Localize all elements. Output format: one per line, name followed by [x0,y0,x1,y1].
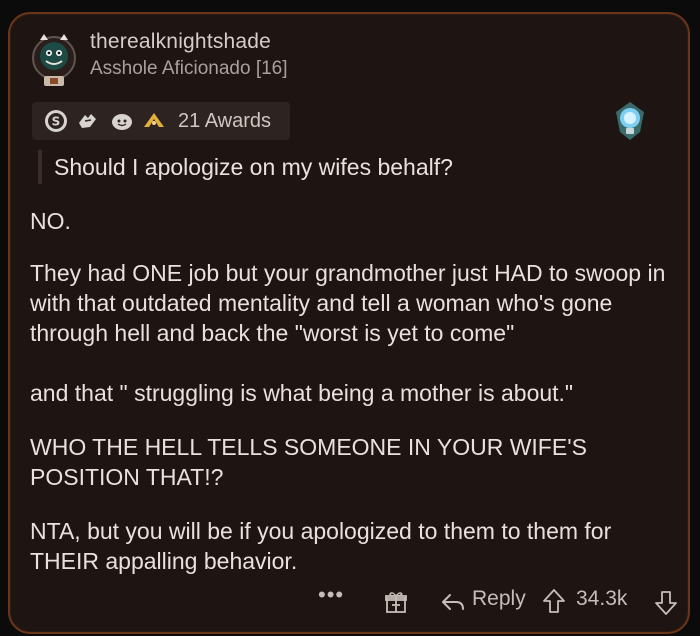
comment-paragraph-4: WHO THE HELL TELLS SOMEONE IN YOUR WIFE'… [30,434,587,490]
user-avatar[interactable] [28,30,80,90]
more-options-button[interactable]: ••• [318,582,344,608]
silver-award-icon: S [45,110,67,132]
comment-paragraph-2: They had ONE job but your grandmother ju… [30,260,666,346]
reply-button[interactable]: Reply [472,587,526,611]
reply-arrow-icon[interactable] [440,590,466,614]
quoted-text: Should I apologize on my wifes behalf? [38,150,453,184]
vote-score: 34.3k [576,587,628,610]
awards-bar[interactable]: S 21 Awards [32,102,290,140]
user-flair: Asshole Aficionado [16] [90,58,288,79]
lightbulb-award-icon[interactable] [612,100,648,144]
comment-paragraph-5: NTA, but you will be if you apologized t… [30,518,612,574]
helpful-hand-award-icon [79,114,96,128]
upvote-arrow-icon[interactable] [542,588,566,614]
comment-paragraph-1: NO. [30,208,71,234]
wholesome-award-icon [112,114,132,130]
comment-card: therealknightshade Asshole Aficionado [1… [8,12,690,634]
comment-paragraph-3: and that " struggling is what being a mo… [30,380,574,406]
svg-text:S: S [52,115,61,129]
awards-count: 21 Awards [178,110,272,132]
username-link[interactable]: therealknightshade [90,30,271,54]
downvote-arrow-icon[interactable] [654,590,678,616]
gold-hat-award-icon [144,113,164,127]
gift-award-icon[interactable] [384,590,408,614]
